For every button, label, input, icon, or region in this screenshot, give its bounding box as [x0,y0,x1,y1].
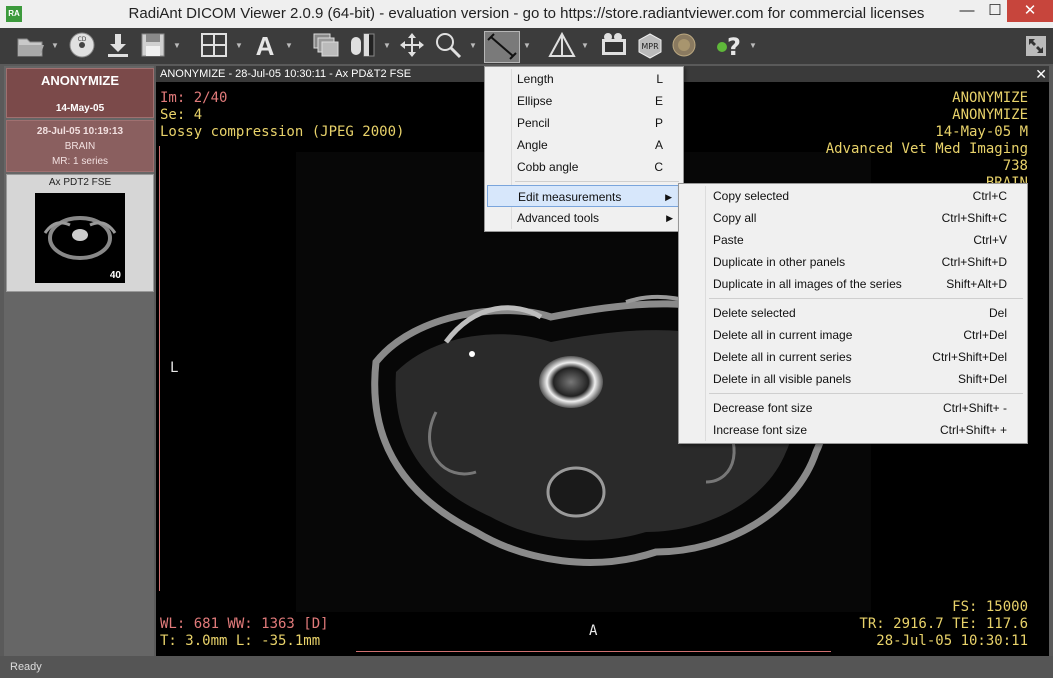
download-icon[interactable] [102,31,134,61]
save-dropdown-icon[interactable]: ▼ [172,31,182,61]
series-thumbnail[interactable]: Ax PDT2 FSE 40 [6,174,154,292]
wl-dropdown-icon[interactable]: ▼ [382,31,392,61]
acquisition-info-overlay: FS: 15000 TR: 2916.7 TE: 117.6 28-Jul-05… [859,599,1028,650]
study-datetime: 28-Jul-05 10:19:13 [36,126,124,137]
main-toolbar: ▼ CD ▼ ▼ A ▼ ▼ ▼ ▼ ▼ MPR ? ▼ [0,28,1053,64]
svg-text:?: ? [727,33,741,59]
svg-text:CD: CD [78,36,87,43]
menu-item-decrease-font[interactable]: Decrease font size Ctrl+Shift+ - [681,397,1025,419]
horizontal-scale-bar [356,651,831,652]
menu-item-advanced-tools[interactable]: Advanced tools ▶ [487,207,681,229]
tr-te-label: TR: 2916.7 TE: 117.6 [859,616,1028,632]
study-description: BRAIN [64,141,96,152]
menu-item-delete-current-image[interactable]: Delete all in current image Ctrl+Del [681,324,1025,346]
compression-label: Lossy compression (JPEG 2000) [160,124,405,140]
measure-tools-menu: Length L Ellipse E Pencil P Angle A Cobb ang… [484,66,684,232]
save-icon[interactable] [138,31,168,61]
menu-item-pencil[interactable]: Pencil P [487,112,681,134]
menu-item-length[interactable]: Length L [487,68,681,90]
zoom-icon[interactable] [432,31,464,61]
layout-icon[interactable] [198,31,230,61]
overlay-birthdate-sex: 14-May-05 M [935,124,1028,140]
menu-item-edit-measurements[interactable]: Edit measurements ▶ [487,185,681,207]
fusion-dropdown-icon[interactable]: ▼ [580,31,590,61]
study-modality: MR: 1 series [51,156,109,167]
layout-dropdown-icon[interactable]: ▼ [234,31,244,61]
menu-item-copy-selected[interactable]: Copy selected Ctrl+C [681,185,1025,207]
menu-item-increase-font[interactable]: Increase font size Ctrl+Shift+ + [681,419,1025,441]
edit-measurements-submenu: Copy selected Ctrl+C Copy all Ctrl+Shift+C… [678,183,1028,444]
anterior-orientation-marker: A [589,623,598,639]
patient-info-overlay: ANONYMIZE ANONYMIZE 14-May-05 M Advanced… [826,90,1028,192]
help-icon[interactable]: ? [714,31,746,61]
zoom-dropdown-icon[interactable]: ▼ [468,31,478,61]
acquisition-datetime-label: 28-Jul-05 10:30:11 [876,633,1028,649]
menu-item-delete-selected[interactable]: Delete selected Del [681,302,1025,324]
cd-dvd-icon[interactable]: CD [66,31,98,61]
field-strength-label: FS: 15000 [952,599,1028,615]
menu-separator [515,181,679,182]
series-image-count: 40 [109,270,121,281]
menu-item-ellipse[interactable]: Ellipse E [487,90,681,112]
open-icon[interactable] [14,31,48,61]
3d-icon[interactable] [668,31,700,61]
left-orientation-marker: L [170,360,179,376]
study-browser-panel: ANONYMIZE 14-May-05 28-Jul-05 10:19:13 B… [4,66,154,656]
menu-item-delete-current-series[interactable]: Delete all in current series Ctrl+Shift+D… [681,346,1025,368]
measure-length-icon[interactable] [484,31,520,63]
menu-item-paste[interactable]: Paste Ctrl+V [681,229,1025,251]
patient-date: 14-May-05 [55,103,105,114]
mouse-window-level-icon[interactable] [346,31,378,61]
close-button[interactable]: ✕ [1007,0,1053,22]
fullscreen-icon[interactable] [1024,31,1048,61]
series-title: Ax PDT2 FSE [48,177,112,188]
mpr-icon[interactable]: MPR [634,31,666,61]
pan-icon[interactable] [396,31,428,61]
viewer-header-text: ANONYMIZE - 28-Jul-05 10:30:11 - Ax PD&T… [160,68,412,80]
viewer-close-icon[interactable]: ✕ [1035,66,1047,82]
help-dropdown-icon[interactable]: ▼ [748,31,758,61]
menu-item-cobb-angle[interactable]: Cobb angle C [487,156,681,178]
status-bar: Ready [0,656,1053,678]
menu-item-delete-visible-panels[interactable]: Delete in all visible panels Shift+Del [681,368,1025,390]
maximize-button[interactable]: ☐ [981,0,1009,22]
vertical-scale-bar [159,146,160,591]
series-stack-icon[interactable] [310,31,342,61]
overlay-accession: 738 [1002,158,1028,174]
title-bar: RA RadiAnt DICOM Viewer 2.0.9 (64-bit) -… [0,0,1053,29]
patient-entry[interactable]: ANONYMIZE 14-May-05 [6,68,154,118]
overlay-institution: Advanced Vet Med Imaging [825,141,1028,157]
fusion-icon[interactable] [546,31,578,61]
menu-item-duplicate-other-panels[interactable]: Duplicate in other panels Ctrl+Shift+D [681,251,1025,273]
svg-text:MPR: MPR [641,42,659,51]
submenu-arrow-icon: ▶ [665,192,672,202]
annotation-text-icon[interactable]: A [250,31,280,61]
measure-dropdown-icon[interactable]: ▼ [522,31,532,61]
video-icon[interactable] [598,31,630,61]
series-thumbnail-image: 40 [35,193,125,283]
submenu-arrow-icon: ▶ [666,213,673,223]
overlay-patient-name: ANONYMIZE [952,90,1028,106]
menu-item-copy-all[interactable]: Copy all Ctrl+Shift+C [681,207,1025,229]
slice-thickness-label: T: 3.0mm L: -35.1mm [160,633,321,649]
menu-separator [709,393,1023,394]
study-entry[interactable]: 28-Jul-05 10:19:13 BRAIN MR: 1 series [6,120,154,172]
text-dropdown-icon[interactable]: ▼ [284,31,294,61]
menu-item-duplicate-all-images[interactable]: Duplicate in all images of the series Shi… [681,273,1025,295]
status-text: Ready [10,661,42,673]
menu-separator [709,298,1023,299]
patient-name: ANONYMIZE [41,73,119,88]
menu-item-angle[interactable]: Angle A [487,134,681,156]
minimize-button[interactable]: — [953,0,981,22]
image-number-label: Im: 2/40 [160,90,228,106]
window-title: RadiAnt DICOM Viewer 2.0.9 (64-bit) - ev… [128,5,925,22]
overlay-patient-id: ANONYMIZE [952,107,1028,123]
open-dropdown-icon[interactable]: ▼ [50,31,60,61]
series-number-label: Se: 4 [160,107,203,123]
window-level-label: WL: 681 WW: 1363 [D] [160,616,329,632]
